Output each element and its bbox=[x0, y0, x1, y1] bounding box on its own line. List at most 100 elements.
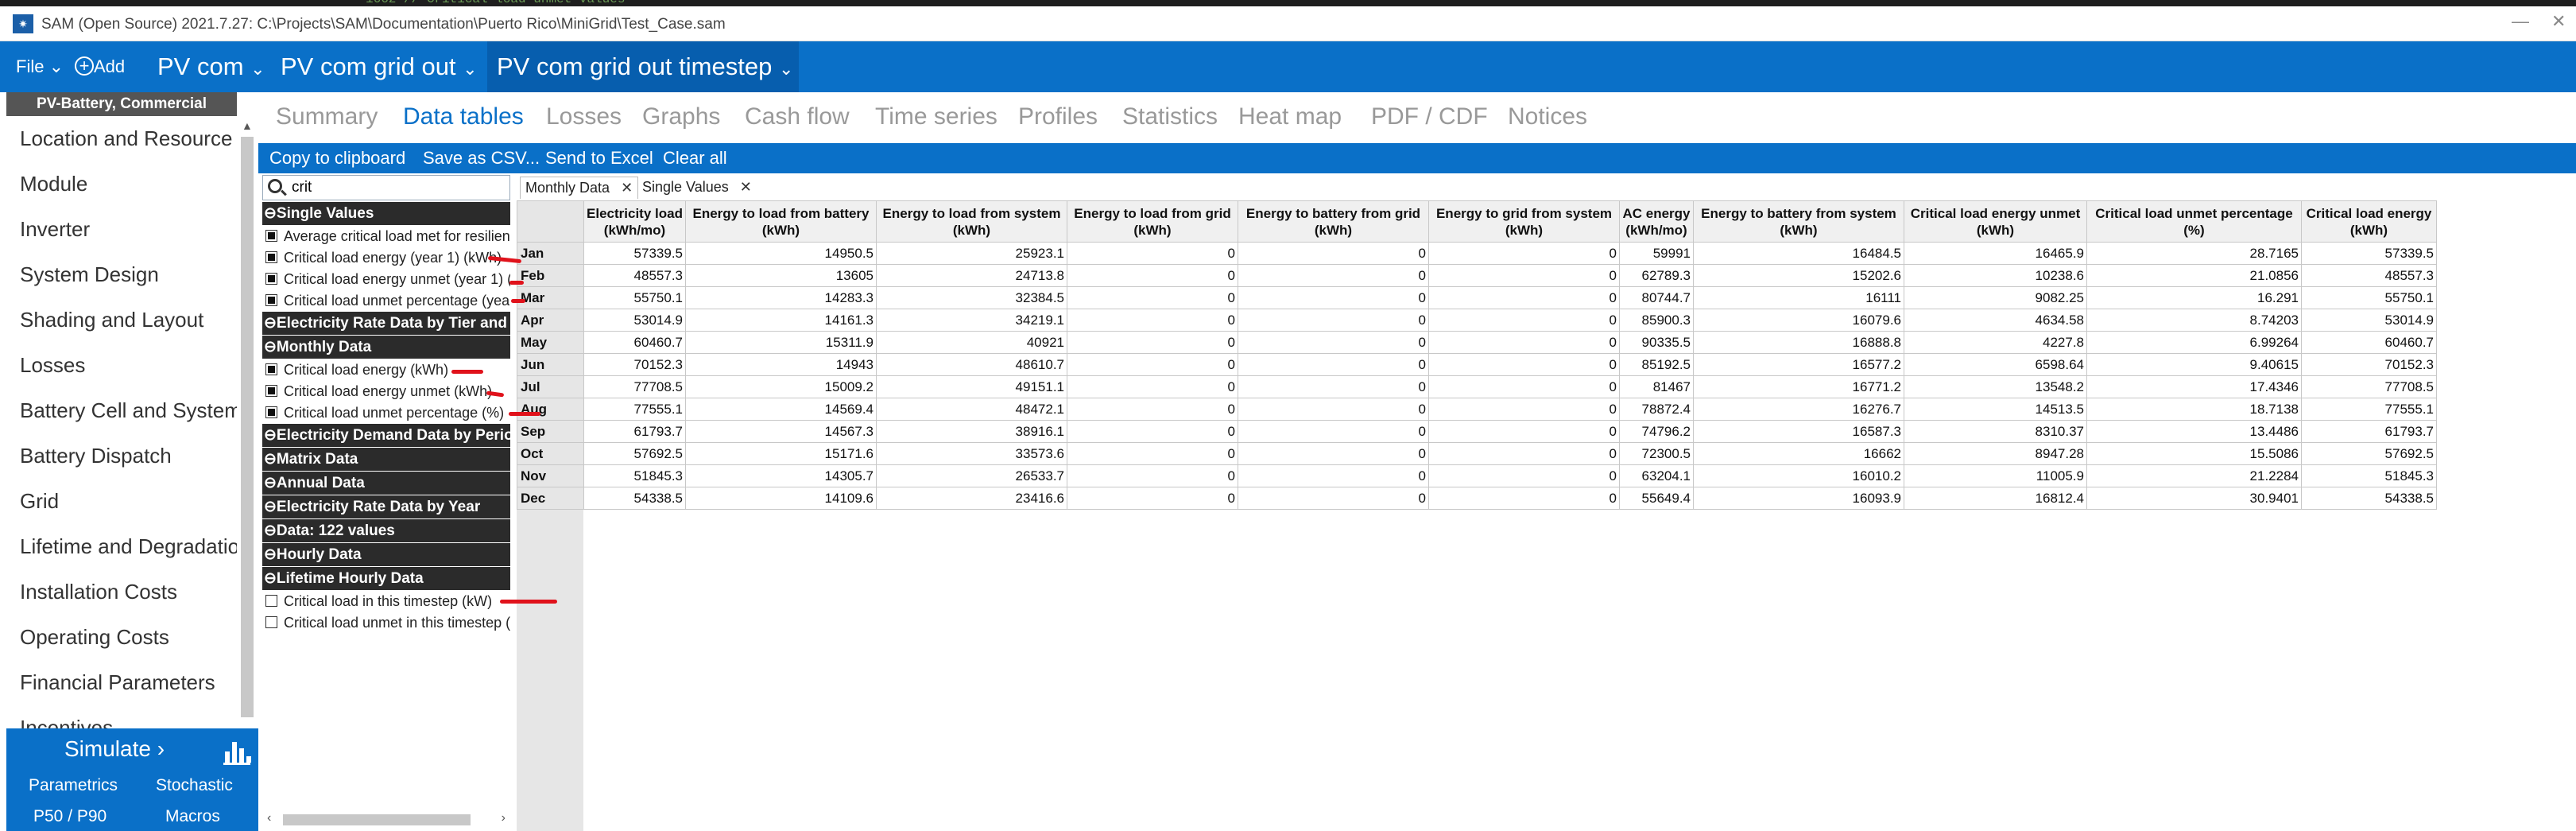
sidebar-scrollbar[interactable]: ▲ ▼ bbox=[238, 116, 256, 824]
sidebar-item-installation-costs[interactable]: Installation Costs bbox=[6, 569, 237, 615]
table-cell[interactable]: 6.99264 bbox=[2086, 331, 2302, 354]
sidebar-item-financial-parameters[interactable]: Financial Parameters bbox=[6, 660, 237, 705]
table-cell[interactable]: 0 bbox=[1428, 264, 1620, 287]
table-cell[interactable]: 54338.5 bbox=[583, 487, 686, 510]
macros-button[interactable]: Macros bbox=[165, 807, 220, 826]
checkbox[interactable] bbox=[265, 273, 277, 285]
tab-statistics[interactable]: Statistics bbox=[1122, 103, 1218, 130]
sidebar-item-system-design[interactable]: System Design bbox=[6, 252, 237, 297]
tab-monthly-data[interactable]: Monthly Data ✕ bbox=[520, 177, 639, 199]
table-cell[interactable]: 63204.1 bbox=[1619, 464, 1694, 487]
table-cell[interactable]: 57339.5 bbox=[583, 242, 686, 265]
table-cell[interactable]: 0 bbox=[1238, 331, 1429, 354]
table-cell[interactable]: 70152.3 bbox=[583, 353, 686, 376]
tree-group-header[interactable]: ⊖Monthly Data bbox=[262, 336, 510, 359]
table-cell[interactable]: 0 bbox=[1428, 331, 1620, 354]
table-cell[interactable]: 30.9401 bbox=[2086, 487, 2302, 510]
table-cell[interactable]: 26533.7 bbox=[876, 464, 1067, 487]
tab-profiles[interactable]: Profiles bbox=[1018, 103, 1098, 130]
table-cell[interactable]: 90335.5 bbox=[1619, 331, 1694, 354]
row-header[interactable]: Apr bbox=[517, 309, 584, 332]
table-cell[interactable]: 0 bbox=[1428, 487, 1620, 510]
send-to-excel-button[interactable]: Send to Excel bbox=[545, 148, 653, 169]
table-cell[interactable]: 21.2284 bbox=[2086, 464, 2302, 487]
row-header[interactable]: Oct bbox=[517, 442, 584, 465]
tree-variable-item[interactable]: Critical load unmet percentage (year bbox=[262, 290, 510, 312]
table-cell[interactable]: 0 bbox=[1238, 398, 1429, 421]
table-cell[interactable]: 0 bbox=[1067, 375, 1238, 398]
table-cell[interactable]: 0 bbox=[1067, 398, 1238, 421]
sidebar-item-operating-costs[interactable]: Operating Costs bbox=[6, 615, 237, 660]
sidebar-item-battery-cell-and-system[interactable]: Battery Cell and System bbox=[6, 388, 237, 433]
table-cell[interactable]: 0 bbox=[1067, 331, 1238, 354]
table-cell[interactable]: 0 bbox=[1238, 375, 1429, 398]
table-cell[interactable]: 0 bbox=[1428, 464, 1620, 487]
table-cell[interactable]: 15009.2 bbox=[685, 375, 877, 398]
case-tab-pv-com-grid-out-timestep[interactable]: PV com grid out timestep ⌄ bbox=[487, 41, 799, 92]
tree-variable-item[interactable]: Critical load unmet in this timestep ( bbox=[262, 612, 510, 634]
table-cell[interactable]: 14950.5 bbox=[685, 242, 877, 265]
table-cell[interactable]: 15.5086 bbox=[2086, 442, 2302, 465]
row-header[interactable]: Mar bbox=[517, 286, 584, 309]
case-tab-pv-com-grid-out[interactable]: PV com grid out ⌄ bbox=[281, 41, 478, 92]
table-cell[interactable]: 0 bbox=[1238, 353, 1429, 376]
table-cell[interactable]: 14161.3 bbox=[685, 309, 877, 332]
table-cell[interactable]: 78872.4 bbox=[1619, 398, 1694, 421]
file-menu[interactable]: File ⌄ bbox=[16, 41, 64, 92]
table-cell[interactable]: 16812.4 bbox=[1904, 487, 2087, 510]
table-cell[interactable]: 51845.3 bbox=[583, 464, 686, 487]
checkbox[interactable] bbox=[265, 616, 277, 629]
table-cell[interactable]: 0 bbox=[1428, 420, 1620, 443]
collapse-icon[interactable]: ⊖ bbox=[264, 427, 277, 444]
table-cell[interactable]: 17.4346 bbox=[2086, 375, 2302, 398]
table-cell[interactable]: 4634.58 bbox=[1904, 309, 2087, 332]
table-cell[interactable]: 6598.64 bbox=[1904, 353, 2087, 376]
tree-group-header[interactable]: ⊖Electricity Rate Data by Tier and Pe bbox=[262, 312, 510, 335]
table-cell[interactable]: 0 bbox=[1238, 309, 1429, 332]
table-cell[interactable]: 54338.5 bbox=[2301, 487, 2437, 510]
column-header[interactable]: Energy to load from battery (kWh) bbox=[685, 200, 877, 243]
table-cell[interactable]: 0 bbox=[1428, 375, 1620, 398]
table-cell[interactable]: 28.7165 bbox=[2086, 242, 2302, 265]
collapse-icon[interactable]: ⊖ bbox=[264, 315, 277, 332]
table-cell[interactable]: 55750.1 bbox=[2301, 286, 2437, 309]
table-cell[interactable]: 55750.1 bbox=[583, 286, 686, 309]
parametrics-button[interactable]: Parametrics bbox=[29, 776, 118, 795]
stochastic-button[interactable]: Stochastic bbox=[156, 776, 233, 795]
column-header[interactable]: Energy to load from grid (kWh) bbox=[1067, 200, 1238, 243]
table-cell[interactable]: 48472.1 bbox=[876, 398, 1067, 421]
table-cell[interactable]: 32384.5 bbox=[876, 286, 1067, 309]
table-cell[interactable]: 0 bbox=[1428, 353, 1620, 376]
checkbox[interactable] bbox=[265, 294, 277, 307]
table-cell[interactable]: 60460.7 bbox=[2301, 331, 2437, 354]
table-cell[interactable]: 8947.28 bbox=[1904, 442, 2087, 465]
table-cell[interactable]: 0 bbox=[1067, 442, 1238, 465]
table-cell[interactable]: 34219.1 bbox=[876, 309, 1067, 332]
tree-variable-item[interactable]: Critical load energy (year 1) (kWh) bbox=[262, 247, 510, 269]
table-cell[interactable]: 77708.5 bbox=[2301, 375, 2437, 398]
table-cell[interactable]: 8310.37 bbox=[1904, 420, 2087, 443]
table-cell[interactable]: 53014.9 bbox=[583, 309, 686, 332]
table-cell[interactable]: 4227.8 bbox=[1904, 331, 2087, 354]
table-cell[interactable]: 8.74203 bbox=[2086, 309, 2302, 332]
tree-group-header[interactable]: ⊖Hourly Data bbox=[262, 543, 510, 566]
table-cell[interactable]: 11005.9 bbox=[1904, 464, 2087, 487]
minimize-button[interactable]: — bbox=[2512, 11, 2529, 32]
table-cell[interactable]: 16079.6 bbox=[1693, 309, 1904, 332]
table-cell[interactable]: 60460.7 bbox=[583, 331, 686, 354]
tab-pdf-cdf[interactable]: PDF / CDF bbox=[1371, 103, 1488, 130]
table-cell[interactable]: 0 bbox=[1067, 353, 1238, 376]
table-cell[interactable]: 85900.3 bbox=[1619, 309, 1694, 332]
table-cell[interactable]: 16010.2 bbox=[1693, 464, 1904, 487]
tab-time-series[interactable]: Time series bbox=[875, 103, 997, 130]
row-header[interactable]: Jul bbox=[517, 375, 584, 398]
sidebar-item-shading-and-layout[interactable]: Shading and Layout bbox=[6, 297, 237, 343]
table-cell[interactable]: 85192.5 bbox=[1619, 353, 1694, 376]
table-cell[interactable]: 0 bbox=[1067, 464, 1238, 487]
sidebar-item-inverter[interactable]: Inverter bbox=[6, 207, 237, 252]
table-cell[interactable]: 0 bbox=[1067, 420, 1238, 443]
table-cell[interactable]: 77555.1 bbox=[2301, 398, 2437, 421]
table-cell[interactable]: 0 bbox=[1428, 242, 1620, 265]
row-header[interactable]: Nov bbox=[517, 464, 584, 487]
column-header[interactable]: Energy to grid from system (kWh) bbox=[1428, 200, 1620, 243]
